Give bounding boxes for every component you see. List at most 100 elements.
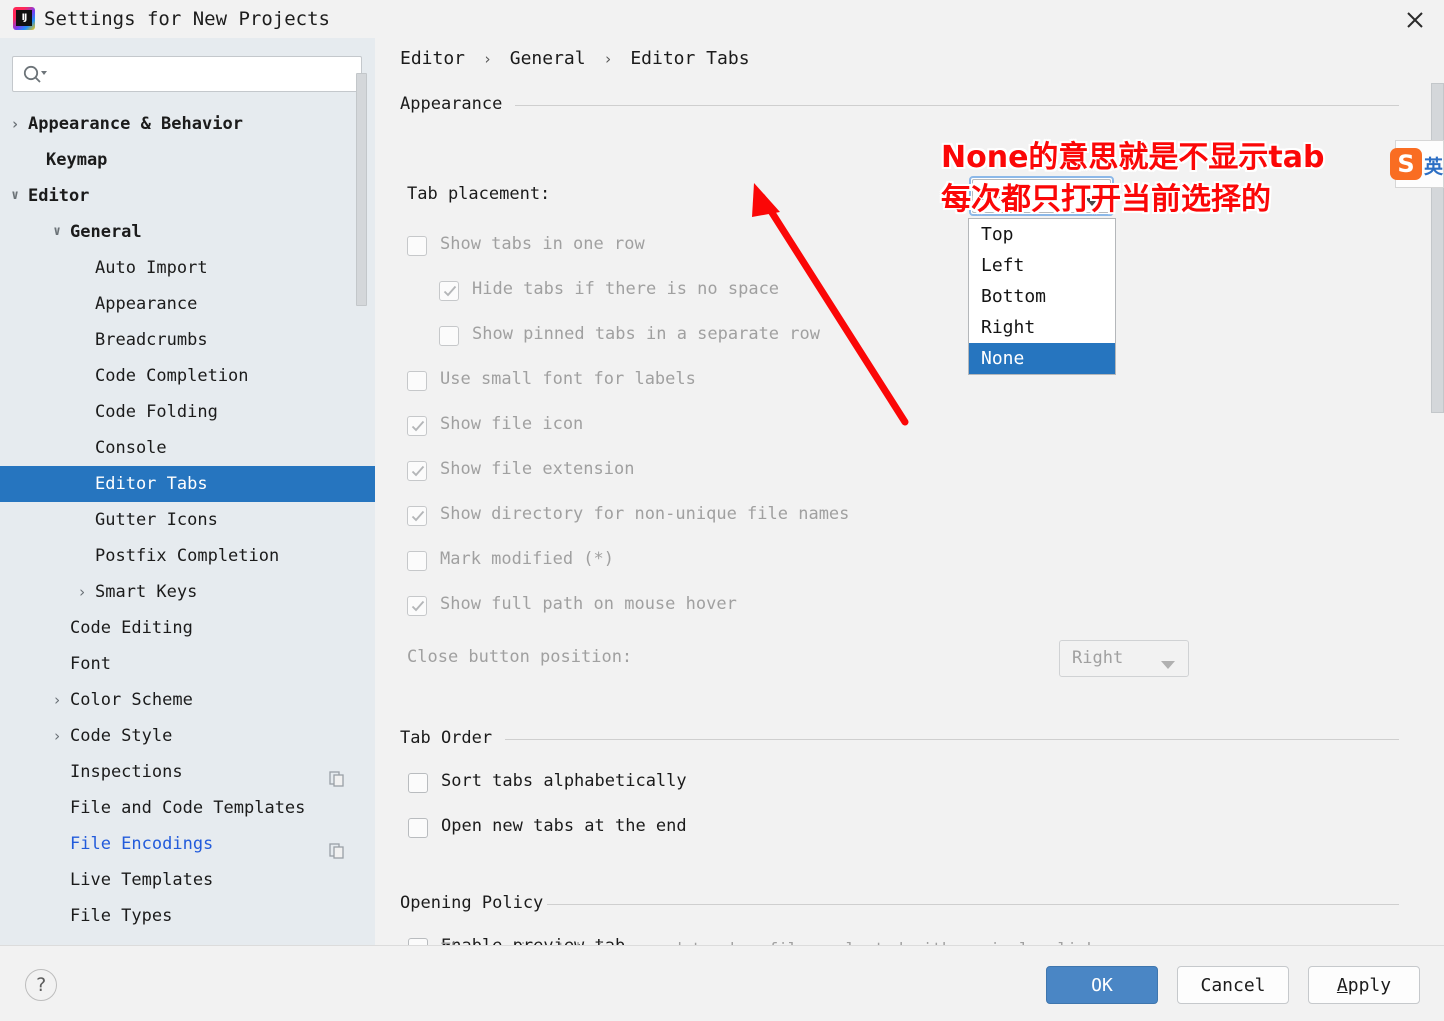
sidebar-item-code-completion[interactable]: Code Completion [0,358,375,394]
sidebar-item-label: File Encodings [70,834,214,854]
close-icon[interactable] [1402,8,1428,32]
sogou-logo-icon: S [1390,148,1422,180]
title-bar: Settings for New Projects [0,0,1444,38]
checkbox-box [407,506,427,526]
apply-button[interactable]: Apply [1308,966,1420,1004]
sidebar-item-gutter-icons[interactable]: Gutter Icons [0,502,375,538]
checkbox-label: Show full path on mouse hover [440,594,737,614]
section-divider [505,739,1399,740]
sidebar-item-breadcrumbs[interactable]: Breadcrumbs [0,322,375,358]
chevron-down-icon[interactable]: ∨ [6,178,24,214]
close-button-position-label: Close button position: [407,647,633,667]
checkbox-box [439,281,459,301]
sidebar-scrollbar[interactable] [356,73,367,306]
settings-sidebar: › Appearance & Behavior Keymap ∨ Editor ∨ Gene… [0,38,375,945]
sidebar-item-postfix-completion[interactable]: Postfix Completion [0,538,375,574]
checkbox-box[interactable] [408,818,428,838]
checkbox-box [407,416,427,436]
tab-placement-label: Tab placement: [407,184,551,204]
search-icon [22,65,50,89]
dropdown-option-bottom[interactable]: Bottom [969,281,1115,312]
dropdown-option-right[interactable]: Right [969,312,1115,343]
sidebar-item-color-scheme[interactable]: › Color Scheme [0,682,375,718]
checkbox-box [407,596,427,616]
checkbox-box[interactable] [408,938,428,945]
sidebar-item-file-encodings[interactable]: File Encodings [0,826,375,862]
checkbox-label: Show tabs in one row [440,234,645,254]
checkbox-label: Sort tabs alphabetically [441,771,687,791]
sidebar-item-code-style[interactable]: › Code Style [0,718,375,754]
sidebar-item-label: Smart Keys [95,582,198,602]
checkbox-box[interactable] [408,773,428,793]
tab-placement-dropdown-list[interactable]: Top Left Bottom Right None [968,218,1116,375]
sidebar-item-appearance-behavior[interactable]: › Appearance & Behavior [0,106,375,142]
sidebar-item-file-and-code-templates[interactable]: File and Code Templates [0,790,375,826]
sidebar-item-general[interactable]: ∨ General [0,214,375,250]
sidebar-item-label: Live Templates [70,870,214,890]
window-title: Settings for New Projects [44,8,330,30]
sidebar-item-label: Code Editing [70,618,193,638]
sidebar-item-inspections[interactable]: Inspections [0,754,375,790]
sidebar-item-appearance[interactable]: Appearance [0,286,375,322]
sidebar-item-keymap[interactable]: Keymap [0,142,375,178]
dropdown-option-none[interactable]: None [969,343,1115,374]
chevron-down-icon[interactable]: ∨ [48,214,66,250]
sogou-ime-bar[interactable]: S 英 [1390,140,1444,188]
cancel-button[interactable]: Cancel [1177,966,1289,1004]
sidebar-item-label: Console [95,438,167,458]
apply-button-mnemonic: A [1336,974,1348,996]
settings-dialog: Settings for New Projects ›Appearance & … [0,0,1444,1021]
sidebar-item-label: Auto Import [95,258,208,278]
ok-button[interactable]: OK [1046,966,1158,1004]
sidebar-item-code-editing[interactable]: Code Editing [0,610,375,646]
chevron-right-icon[interactable]: › [6,106,24,142]
tab-placement-value: None [981,185,1022,205]
sidebar-item-editor-tabs[interactable]: Editor Tabs [0,466,375,502]
sidebar-item-live-templates[interactable]: Live Templates [0,862,375,898]
checkbox-box [407,551,427,571]
sidebar-item-label: Code Style [70,726,173,746]
search-field[interactable] [12,56,362,92]
section-header-appearance: Appearance [400,94,503,114]
chevron-right-icon[interactable]: › [48,718,66,754]
breadcrumb-item-editor-tabs[interactable]: Editor Tabs [630,48,749,69]
checkbox-box [407,371,427,391]
chevron-right-icon[interactable]: › [48,682,66,718]
sidebar-item-code-folding[interactable]: Code Folding [0,394,375,430]
checkbox-box [407,236,427,256]
help-button[interactable]: ? [25,969,57,1001]
sidebar-item-console[interactable]: Console [0,430,375,466]
checkbox-label: Show directory for non-unique file names [440,504,850,524]
apply-button-label: pply [1347,974,1392,996]
sidebar-item-auto-import[interactable]: Auto Import [0,250,375,286]
checkbox-box [439,326,459,346]
ime-mode-label[interactable]: 英 [1424,152,1443,179]
section-header-tab-order: Tab Order [400,728,493,748]
checkbox-label: Mark modified (*) [440,549,614,569]
content-scrollbar[interactable] [1431,83,1444,413]
breadcrumb-separator: › [482,50,492,68]
breadcrumb-item-editor[interactable]: Editor [400,48,465,69]
sidebar-item-editor[interactable]: ∨ Editor [0,178,375,214]
sidebar-item-label: Appearance & Behavior [28,114,243,134]
sidebar-item-label: Gutter Icons [95,510,218,530]
sidebar-item-file-types[interactable]: File Types [0,898,375,934]
breadcrumb-item-general[interactable]: General [510,48,586,69]
breadcrumb-separator: › [603,50,613,68]
sidebar-item-font[interactable]: Font [0,646,375,682]
section-divider [547,904,1399,905]
sidebar-item-smart-keys[interactable]: › Smart Keys [0,574,375,610]
tab-placement-combobox[interactable]: None [969,176,1114,216]
settings-tree: › Appearance & Behavior Keymap ∨ Editor ∨ Gene… [0,106,375,934]
sidebar-item-label: Code Completion [95,366,249,386]
sidebar-item-label: Font [70,654,111,674]
dropdown-option-top[interactable]: Top [969,219,1115,250]
chevron-right-icon[interactable]: › [73,574,91,610]
sidebar-item-label: Color Scheme [70,690,193,710]
sidebar-item-label: Editor [28,186,90,206]
checkbox-label: Show file icon [440,414,584,434]
sidebar-item-label: Editor Tabs [95,474,208,494]
search-input[interactable] [57,57,357,91]
checkbox-label: Show file extension [440,459,635,479]
dropdown-option-left[interactable]: Left [969,250,1115,281]
